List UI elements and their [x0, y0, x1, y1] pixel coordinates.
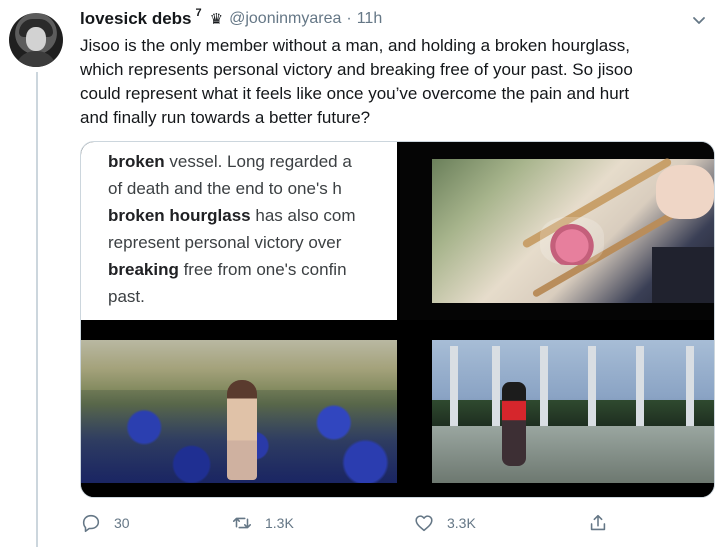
scene-pillar	[636, 346, 644, 426]
hourglass-glass	[540, 217, 604, 265]
media-image-quote[interactable]: broken vessel. Long regarded a of death …	[81, 142, 397, 320]
quote-fragment: vessel. Long regarded a	[164, 152, 352, 171]
retweet-icon	[232, 517, 252, 529]
hourglass-scene	[432, 157, 714, 303]
media-image-running[interactable]	[400, 323, 714, 497]
scene-trees	[432, 400, 714, 428]
avatar[interactable]	[9, 13, 63, 67]
scene-pillar	[492, 346, 500, 426]
reply-button[interactable]: 30	[80, 512, 130, 534]
quote-line: represent personal victory over	[108, 233, 342, 252]
heart-icon	[415, 515, 433, 532]
chevron-down-icon[interactable]	[689, 10, 709, 30]
crown-icon: ♛	[209, 11, 224, 28]
quote-bold: broken	[108, 152, 165, 171]
timestamp[interactable]: 11h	[357, 10, 383, 28]
share-icon	[590, 514, 606, 531]
tweet-text-line: which represents personal victory and br…	[80, 60, 633, 79]
reply-icon	[82, 514, 100, 533]
tweet-actions: 30 1.3K 3.3K	[80, 512, 640, 538]
scene-pillar	[540, 346, 548, 426]
like-count: 3.3K	[447, 515, 476, 531]
media-grid: broken vessel. Long regarded a of death …	[80, 141, 715, 498]
display-name[interactable]: lovesick debs	[80, 9, 192, 29]
scene-pillar	[450, 346, 458, 426]
scene-pillar	[588, 346, 596, 426]
tweet-text: Jisoo is the only member without a man, …	[80, 34, 720, 130]
user-handle[interactable]: @jooninmyarea	[229, 10, 341, 28]
quote-text: broken vessel. Long regarded a of death …	[108, 148, 397, 310]
quote-fragment: free from one's confin	[178, 260, 347, 279]
scene-wall	[432, 426, 714, 483]
avatar-body	[15, 51, 57, 67]
quote-bold: broken hourglass	[108, 206, 251, 225]
quote-bold: breaking	[108, 260, 179, 279]
separator-dot: ·	[346, 10, 352, 27]
name-suffix: 7	[195, 7, 202, 19]
reply-count: 30	[114, 515, 130, 531]
tweet-header: lovesick debs 7 ♛ @jooninmyarea · 11h	[80, 7, 383, 29]
share-button[interactable]	[587, 512, 609, 534]
tweet-text-line: and finally run towards a better future?	[80, 108, 371, 127]
media-image-hourglass[interactable]	[400, 142, 714, 320]
flower-field-scene	[81, 340, 397, 483]
scene-hand	[656, 165, 714, 219]
scene-figure	[502, 382, 526, 466]
scene-shadow	[652, 247, 714, 303]
quote-fragment: has also com	[250, 206, 356, 225]
quote-line: past.	[108, 287, 145, 306]
media-image-flower-field[interactable]	[81, 323, 397, 497]
tweet-text-line: Jisoo is the only member without a man, …	[80, 36, 630, 55]
avatar-face	[26, 27, 46, 51]
thread-line	[36, 72, 38, 547]
like-button[interactable]: 3.3K	[413, 512, 476, 534]
running-scene	[432, 340, 714, 483]
quote-line: of death and the end to one's h	[108, 179, 342, 198]
tweet-text-line: could represent what it feels like once …	[80, 84, 630, 103]
scene-figure	[227, 380, 257, 480]
scene-pillar	[686, 346, 694, 426]
retweet-count: 1.3K	[265, 515, 294, 531]
retweet-button[interactable]: 1.3K	[231, 512, 294, 534]
